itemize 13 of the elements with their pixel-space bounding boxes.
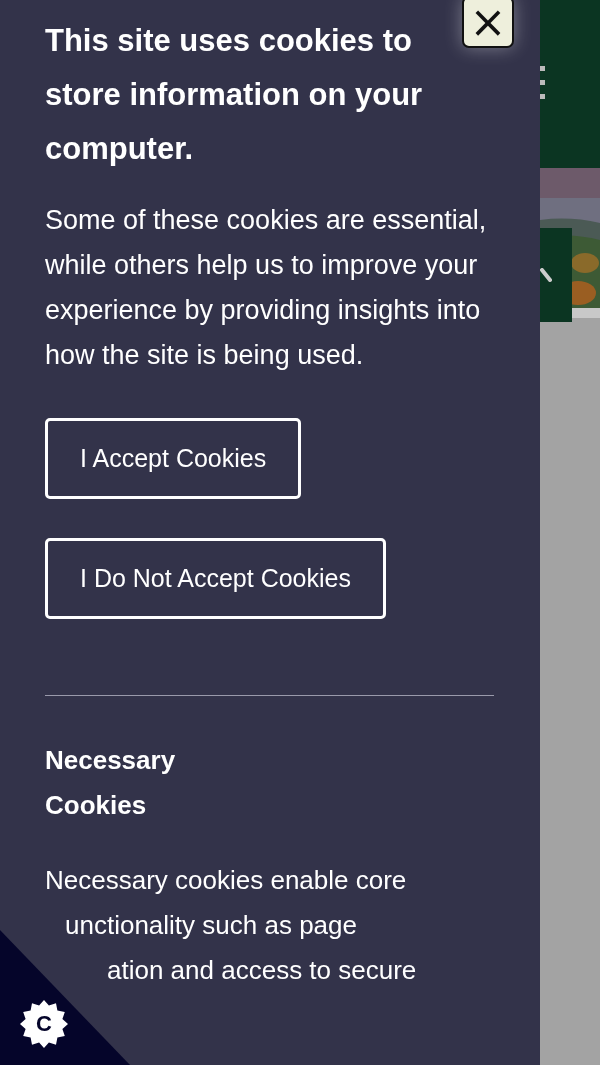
slider-arrow-button[interactable] — [540, 228, 572, 322]
close-button[interactable]: × — [462, 0, 514, 48]
cookie-settings-badge[interactable]: C — [20, 1000, 68, 1048]
section-text-line: ation and access to secure — [107, 955, 417, 985]
section-text-line: unctionality such as page — [65, 910, 357, 940]
section-heading: Necessary Cookies — [45, 744, 177, 822]
decline-button[interactable]: I Do Not Accept Cookies — [45, 538, 386, 619]
menu-icon[interactable] — [540, 66, 545, 100]
section-text-line: Necessary cookies enable core — [45, 865, 407, 895]
intro-text: Some of these cookies are essential, while others help us to improve your experience by providing insights into how the site is being used. — [45, 204, 487, 372]
banner-title: This site uses cookies to store information on your computer. — [45, 22, 424, 168]
chevron-icon — [540, 268, 552, 282]
accept-button[interactable]: I Accept Cookies — [45, 418, 302, 499]
